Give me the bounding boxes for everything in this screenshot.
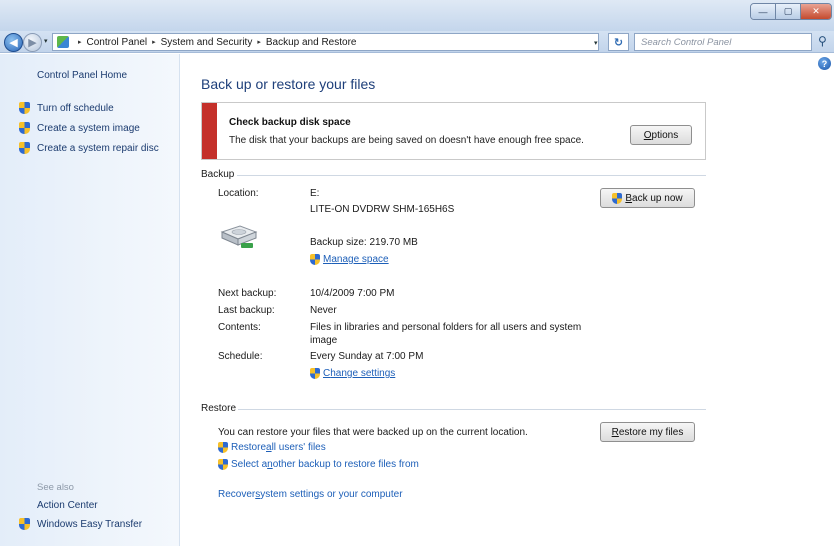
uac-shield-icon (19, 102, 30, 114)
access-key: B (625, 192, 633, 204)
control-panel-home-link[interactable]: Control Panel Home (37, 70, 127, 81)
change-settings-link[interactable]: Change settings (310, 368, 395, 379)
backup-drive-icon (220, 225, 258, 248)
close-button[interactable]: ✕ (801, 4, 831, 19)
banner-title: Check backup disk space (229, 117, 351, 128)
restore-section-heading: Restore (201, 403, 237, 414)
access-key: C (323, 368, 331, 379)
select-another-backup-link[interactable]: Select a n other backup to restore files f… (218, 459, 419, 470)
schedule-label: Schedule: (218, 351, 263, 362)
button-label: ack up now (632, 192, 683, 204)
link-label: ystem settings or your computer (260, 489, 403, 500)
help-icon[interactable]: ? (818, 57, 831, 70)
refresh-button[interactable]: ↻ (608, 33, 629, 51)
contents-value: Files in libraries and personal folders … (310, 322, 582, 333)
link-label: Select a (231, 459, 268, 470)
address-toolbar: ◀ ▶ ▾ ▸ Control Panel ▸ System and Secur… (0, 31, 834, 53)
uac-shield-icon (612, 192, 623, 204)
restore-my-files-button[interactable]: Restore my files (600, 422, 695, 442)
page-title: Back up or restore your files (201, 76, 376, 92)
link-label: Restore (231, 442, 267, 453)
back-button[interactable]: ◀ (4, 33, 23, 52)
manage-space-link[interactable]: Manage space (310, 254, 389, 265)
backup-space-warning-banner: Check backup disk space The disk that yo… (201, 102, 706, 160)
breadcrumb-control-panel[interactable]: Control Panel (87, 37, 148, 48)
task-label: Turn off schedule (37, 102, 114, 114)
maximize-button[interactable]: ▢ (776, 4, 801, 19)
breadcrumb-backup-and-restore[interactable]: Backup and Restore (266, 37, 357, 48)
link-label: other backup to restore files from (272, 459, 419, 470)
location-device: LITE-ON DVDRW SHM-165H6S (310, 204, 455, 215)
see-also-windows-easy-transfer[interactable]: Windows Easy Transfer (19, 518, 142, 530)
next-backup-value: 10/4/2009 7:00 PM (310, 288, 395, 299)
button-label: ptions (651, 129, 679, 141)
uac-shield-icon (19, 518, 30, 530)
see-also-heading: See also (37, 482, 74, 493)
link-label: ll users' files (271, 442, 326, 453)
location-label: Location: (218, 188, 259, 199)
task-create-system-image[interactable]: Create a system image (19, 122, 140, 134)
link-label: Recover (218, 489, 256, 500)
restore-section-rule (238, 409, 706, 410)
link-label: hange settings (330, 368, 396, 379)
breadcrumb-separator[interactable]: ▸ (257, 38, 261, 46)
breadcrumb-separator[interactable]: ▸ (152, 38, 156, 46)
task-label: Create a system image (37, 122, 140, 134)
backup-section-rule (237, 175, 706, 176)
contents-label: Contents: (218, 322, 261, 333)
back-arrow-icon: ◀ (9, 37, 18, 49)
banner-message: The disk that your backups are being sav… (229, 135, 584, 146)
backup-section-heading: Backup (201, 169, 235, 180)
refresh-icon: ↻ (613, 36, 624, 49)
restore-description: You can restore your files that were bac… (218, 427, 528, 438)
back-up-now-button[interactable]: Back up now (600, 188, 695, 208)
control-panel-icon (57, 36, 69, 48)
task-label: Create a system repair disc (37, 142, 159, 154)
schedule-value: Every Sunday at 7:00 PM (310, 351, 424, 362)
location-drive: E: (310, 188, 320, 199)
next-backup-label: Next backup: (218, 288, 277, 299)
task-turn-off-schedule[interactable]: Turn off schedule (19, 102, 114, 114)
backup-size: Backup size: 219.70 MB (310, 237, 418, 248)
last-backup-label: Last backup: (218, 305, 275, 316)
uac-shield-icon (218, 459, 228, 470)
forward-arrow-icon: ▶ (28, 37, 37, 49)
see-also-label: Windows Easy Transfer (37, 518, 143, 530)
address-bar[interactable]: ▸ Control Panel ▸ System and Security ▸ … (52, 33, 599, 51)
minimize-button[interactable]: — (751, 4, 776, 19)
contents-value-continued: image (310, 335, 338, 346)
restore-all-users-files-link[interactable]: Restore a ll users' files (218, 442, 326, 453)
task-create-repair-disc[interactable]: Create a system repair disc (19, 142, 159, 154)
access-key: O (643, 129, 652, 141)
title-bar: — ▢ ✕ (0, 0, 834, 31)
uac-shield-icon (310, 368, 320, 379)
link-label: anage space (331, 254, 389, 265)
window-controls: — ▢ ✕ (750, 3, 832, 20)
recent-pages-dropdown[interactable]: ▾ (44, 37, 48, 45)
button-label: estore my files (618, 426, 684, 438)
uac-shield-icon (218, 442, 228, 453)
access-key: R (611, 426, 619, 438)
options-button[interactable]: Options (630, 125, 692, 145)
access-key: M (323, 254, 332, 265)
forward-button[interactable]: ▶ (23, 33, 42, 52)
see-also-action-center[interactable]: Action Center (37, 500, 98, 511)
warning-stripe (202, 103, 217, 159)
uac-shield-icon (310, 254, 320, 265)
recover-system-settings-link[interactable]: Recover s ystem settings or your computer (218, 489, 403, 500)
address-history-dropdown[interactable]: ▾ (594, 39, 598, 47)
uac-shield-icon (19, 142, 30, 154)
search-icon[interactable]: ⚲ (818, 34, 827, 48)
last-backup-value: Never (310, 305, 337, 316)
search-input[interactable]: Search Control Panel (634, 33, 812, 51)
uac-shield-icon (19, 122, 30, 134)
left-navigation-pane: Control Panel Home Turn off schedule Cre… (0, 54, 180, 546)
breadcrumb-separator[interactable]: ▸ (78, 38, 82, 46)
breadcrumb-system-and-security[interactable]: System and Security (161, 37, 253, 48)
